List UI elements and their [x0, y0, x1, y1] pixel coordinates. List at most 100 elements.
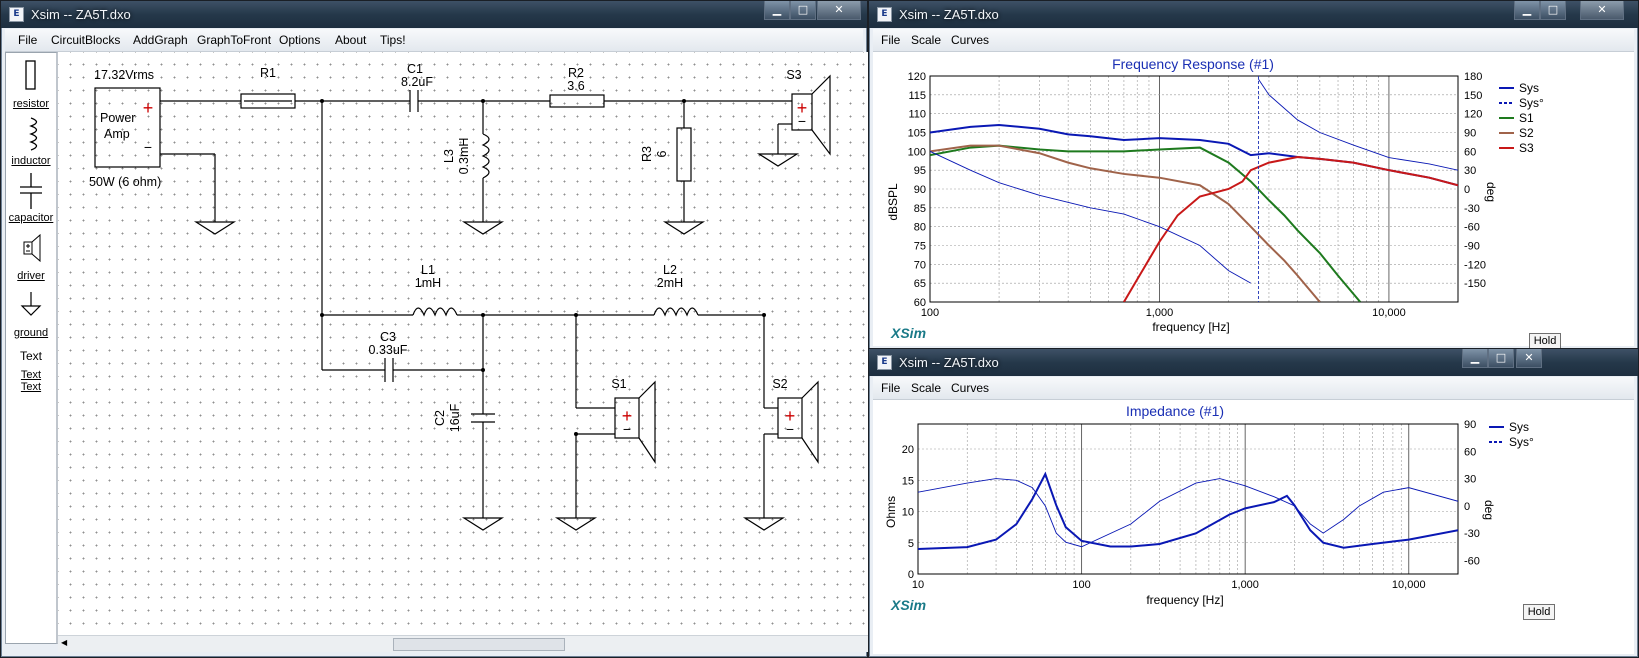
xsim-brand: XSim	[890, 597, 926, 613]
ground-icon	[20, 292, 42, 316]
y2-tick-label: -90	[1464, 241, 1480, 253]
close-button[interactable]: ✕	[1580, 1, 1624, 20]
app-icon[interactable]: E	[877, 355, 892, 370]
hold-button[interactable]: Hold	[1529, 333, 1561, 349]
legend-label: Sys	[1519, 81, 1539, 95]
menu-bar: File CircuitBlocks AddGraph GraphToFront…	[5, 29, 863, 52]
tool-ground[interactable]: ground	[6, 288, 56, 339]
scroll-thumb[interactable]	[393, 638, 565, 651]
impedance-chart: Impedance (#1) 201510509060300-30-6010 10…	[884, 403, 1534, 613]
window-title: Xsim -- ZA5T.dxo	[31, 7, 131, 22]
y2-tick-label: 60	[1464, 146, 1476, 158]
y-tick-label: 10	[902, 507, 914, 519]
menu-circuitblocks[interactable]: CircuitBlocks	[51, 33, 120, 47]
imp-plot-area[interactable]: Impedance (#1) 20 15 10 5 0 90 60 30 0 -30 -60 10 10…	[873, 400, 1634, 654]
amp-plus-label: +	[143, 98, 154, 118]
menu-file[interactable]: File	[881, 33, 900, 47]
y2-tick-label: 30	[1464, 165, 1476, 177]
menu-bar: File Scale Curves	[873, 29, 1634, 52]
l2-value: 2mH	[657, 276, 683, 290]
menu-tips[interactable]: Tips!	[380, 33, 406, 47]
window-title: Xsim -- ZA5T.dxo	[899, 7, 999, 22]
menu-curves[interactable]: Curves	[951, 381, 989, 395]
maximize-button[interactable]: □	[790, 1, 816, 20]
minimize-button[interactable]: ▁	[1514, 1, 1540, 20]
r2-name: R2	[568, 66, 584, 80]
menu-file[interactable]: File	[18, 33, 37, 47]
menu-graphtofront[interactable]: GraphToFront	[197, 33, 271, 47]
imp-titlebar[interactable]: E Xsim -- ZA5T.dxo ▁ □ ✕	[869, 349, 1638, 376]
s2-name: S2	[772, 377, 787, 391]
tool-capacitor[interactable]: capacitor	[6, 173, 56, 224]
y-tick-label: 20	[902, 444, 914, 456]
y2-tick-label: -60	[1464, 222, 1480, 234]
r2-value: 3.6	[567, 79, 584, 93]
minimize-button[interactable]: ▁	[1462, 349, 1488, 368]
close-button[interactable]: ✕	[817, 1, 861, 20]
maximize-button[interactable]: □	[1488, 349, 1514, 368]
menu-addgraph[interactable]: AddGraph	[133, 33, 188, 47]
tool-label: Text	[20, 369, 42, 381]
scroll-left-arrow[interactable]: ◀	[61, 638, 67, 647]
y-axis-label: Ohms	[884, 496, 898, 528]
s1-name: S1	[611, 377, 626, 391]
menu-curves[interactable]: Curves	[951, 33, 989, 47]
inductor-l2	[653, 307, 699, 317]
menu-options[interactable]: Options	[279, 33, 320, 47]
y-tick-label: 15	[902, 475, 914, 487]
legend-label: S2	[1519, 126, 1534, 140]
y2-axis-label: deg	[1484, 182, 1498, 202]
y2-tick-label: -150	[1464, 278, 1486, 290]
y2-tick-label: -30	[1464, 528, 1480, 540]
x-axis-label: frequency [Hz]	[1146, 593, 1223, 607]
schematic-canvas[interactable]: + + + + − − − − 17.32Vrms Power Amp 50W …	[58, 52, 881, 635]
capacitor-icon	[20, 173, 42, 209]
app-icon[interactable]: E	[9, 7, 24, 22]
freq-titlebar[interactable]: E Xsim -- ZA5T.dxo ▁ □ ✕	[869, 1, 1638, 28]
series-sys-line	[930, 78, 1458, 284]
close-button[interactable]: ✕	[1516, 349, 1542, 368]
legend-label: Sys	[1509, 420, 1529, 434]
app-icon[interactable]: E	[877, 7, 892, 22]
tool-driver[interactable]: driver	[6, 231, 56, 282]
inductor-l1	[412, 307, 458, 317]
hold-button[interactable]: Hold	[1523, 604, 1555, 620]
horizontal-scrollbar[interactable]: ◀ ▶	[58, 635, 881, 652]
series-s1-line	[930, 144, 1362, 302]
freq-plot-area[interactable]: Frequency Response (#1) 120 115 110 105 100 9…	[873, 52, 1634, 349]
menu-scale[interactable]: Scale	[911, 33, 941, 47]
y2-tick-label: 90	[1464, 128, 1476, 140]
y2-tick-label: -60	[1464, 555, 1480, 567]
y-tick-label: 65	[914, 278, 926, 290]
ground-symbol	[742, 517, 786, 531]
c3-name: C3	[380, 330, 396, 344]
resistor-icon	[25, 60, 36, 90]
menu-about[interactable]: About	[335, 33, 366, 47]
schematic-drawing: + + + + − − − − 17.32Vrms Power Amp 50W …	[89, 62, 831, 531]
maximize-button[interactable]: □	[1540, 1, 1566, 20]
x-tick-label: 1,000	[1146, 307, 1174, 319]
tool-text-2[interactable]: Text	[6, 381, 56, 393]
c3-value: 0.33uF	[369, 343, 408, 357]
minimize-button[interactable]: ▁	[764, 1, 790, 20]
y2-tick-label: 90	[1464, 419, 1476, 431]
y-tick-label: 115	[908, 90, 926, 102]
menu-bar: File Scale Curves	[873, 377, 1634, 400]
xsim-brand: XSim	[890, 325, 926, 341]
tool-inductor[interactable]: inductor	[6, 116, 56, 167]
legend-label: Sys°	[1519, 96, 1544, 110]
legend-label: S3	[1519, 141, 1534, 155]
tool-resistor[interactable]: resistor	[6, 59, 56, 110]
l3-name: L3	[442, 149, 456, 163]
menu-file[interactable]: File	[881, 381, 900, 395]
x-tick-label: 10,000	[1392, 579, 1426, 591]
y-tick-label: 100	[908, 146, 926, 158]
r3-value: 6	[655, 150, 669, 157]
menu-scale[interactable]: Scale	[911, 381, 941, 395]
x-tick-label: 10	[912, 579, 924, 591]
tool-text[interactable]: Text Text	[6, 349, 56, 381]
schematic-titlebar[interactable]: E Xsim -- ZA5T.dxo ▁ □ ✕	[1, 1, 867, 28]
c1-value: 8.2uF	[401, 75, 433, 89]
y2-tick-label: 180	[1464, 71, 1482, 83]
y-tick-label: 95	[914, 165, 926, 177]
